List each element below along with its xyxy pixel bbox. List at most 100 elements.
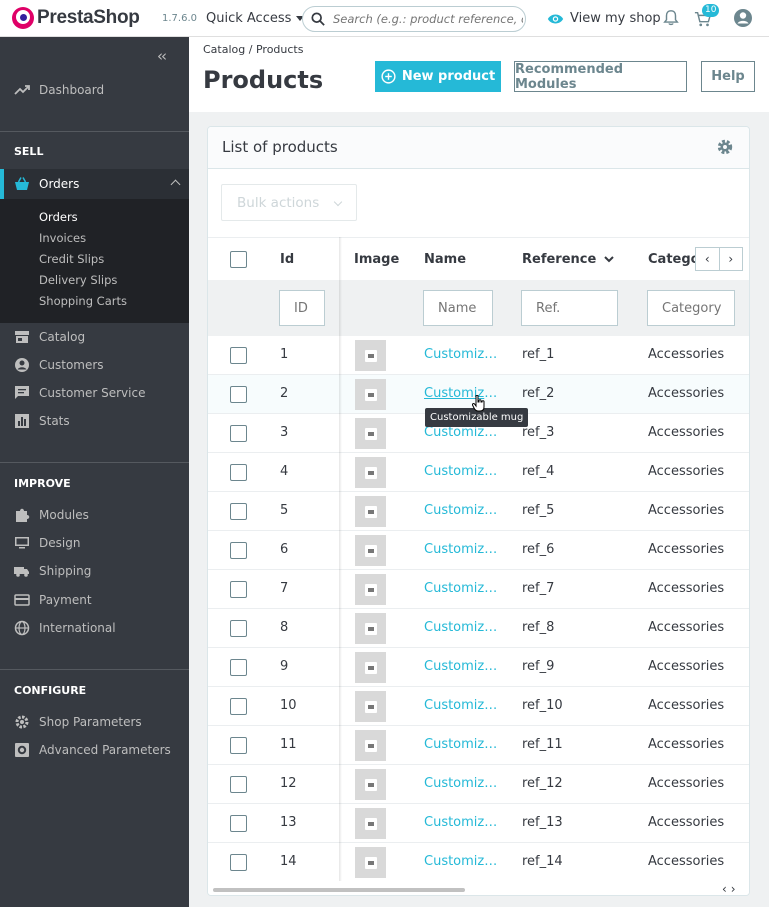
- table-row[interactable]: 1 Customizable mug ref_1 Accessories: [208, 336, 749, 375]
- select-all-checkbox[interactable]: [230, 251, 247, 268]
- row-checkbox[interactable]: [230, 737, 247, 754]
- scroll-right-icon[interactable]: ›: [718, 248, 743, 270]
- search-input[interactable]: [333, 12, 523, 26]
- submenu-item-invoices[interactable]: Invoices: [39, 231, 86, 245]
- breadcrumb-catalog[interactable]: Catalog: [203, 43, 245, 56]
- user-avatar-icon[interactable]: [733, 8, 753, 28]
- sidebar-item-design[interactable]: Design: [0, 529, 189, 557]
- submenu-item-orders[interactable]: Orders: [39, 210, 78, 224]
- submenu-item-delivery-slips[interactable]: Delivery Slips: [39, 273, 117, 287]
- table-row[interactable]: 5 Customizable mug ref_5 Accessories: [208, 492, 749, 531]
- table-row[interactable]: 14 Customizable mug ref_14 Accessories: [208, 843, 749, 882]
- quick-access-label: Quick Access: [206, 11, 292, 26]
- column-header-category[interactable]: Catego: [648, 252, 700, 267]
- sidebar-item-payment[interactable]: Payment: [0, 586, 189, 614]
- quick-access-dropdown[interactable]: Quick Access: [206, 11, 305, 26]
- desktop-icon: [15, 537, 29, 549]
- scrollbar-arrows[interactable]: ‹›: [722, 882, 740, 895]
- sidebar-item-customer-service[interactable]: Customer Service: [0, 379, 189, 407]
- sidebar-item-orders[interactable]: Orders: [0, 169, 189, 199]
- horizontal-scrollbar[interactable]: ‹›: [208, 881, 749, 895]
- product-id: 4: [280, 464, 289, 479]
- settings-applications-icon: [15, 743, 29, 757]
- help-button[interactable]: Help: [701, 61, 755, 92]
- table-row[interactable]: 9 Customizable mug ref_9 Accessories: [208, 648, 749, 687]
- scrollbar-thumb[interactable]: [213, 888, 465, 892]
- sidebar-item-international[interactable]: International: [0, 614, 189, 642]
- filter-name-input[interactable]: [423, 290, 493, 326]
- row-checkbox[interactable]: [230, 698, 247, 715]
- product-name-link[interactable]: Customizable mug: [424, 776, 500, 791]
- gear-icon[interactable]: [716, 138, 734, 156]
- row-checkbox[interactable]: [230, 659, 247, 676]
- product-id: 5: [280, 503, 289, 518]
- product-category: Accessories: [648, 503, 725, 518]
- column-header-id[interactable]: Id: [280, 252, 294, 267]
- prestashop-logo[interactable]: PrestaShop: [12, 7, 140, 29]
- row-checkbox[interactable]: [230, 776, 247, 793]
- collapse-sidebar-icon[interactable]: ‹‹: [157, 47, 167, 65]
- product-name-link[interactable]: Customizable mug: [424, 464, 500, 479]
- sidebar-item-advanced-parameters[interactable]: Advanced Parameters: [0, 736, 189, 764]
- product-name-link[interactable]: Customizable mug: [424, 698, 500, 713]
- row-checkbox[interactable]: [230, 620, 247, 637]
- table-row[interactable]: 6 Customizable mug ref_6 Accessories: [208, 531, 749, 570]
- scroll-left-icon[interactable]: ‹: [696, 248, 719, 270]
- row-checkbox[interactable]: [230, 347, 247, 364]
- table-row[interactable]: 8 Customizable mug ref_8 Accessories: [208, 609, 749, 648]
- product-name-link[interactable]: Customizable mug: [424, 542, 500, 557]
- bulk-actions-button[interactable]: Bulk actions: [221, 184, 357, 221]
- view-my-shop-link[interactable]: View my shop: [547, 11, 661, 26]
- row-checkbox[interactable]: [230, 503, 247, 520]
- table-row[interactable]: 13 Customizable mug ref_13 Accessories: [208, 804, 749, 843]
- submenu-item-credit-slips[interactable]: Credit Slips: [39, 252, 104, 266]
- product-name-link[interactable]: Customizable mug: [424, 815, 500, 830]
- new-product-button[interactable]: New product: [375, 61, 501, 92]
- sidebar-item-stats[interactable]: Stats: [0, 407, 189, 435]
- row-checkbox[interactable]: [230, 425, 247, 442]
- product-reference: ref_11: [522, 737, 563, 752]
- product-category: Accessories: [648, 698, 725, 713]
- row-checkbox[interactable]: [230, 542, 247, 559]
- recommended-modules-button[interactable]: Recommended Modules: [514, 61, 687, 92]
- column-header-reference[interactable]: Reference: [522, 252, 615, 267]
- product-id: 14: [280, 854, 297, 869]
- table-row[interactable]: 11 Customizable mug ref_11 Accessories: [208, 726, 749, 765]
- product-name-link[interactable]: Customizable mug: [424, 620, 500, 635]
- product-name-link[interactable]: Customizable mug: [424, 347, 500, 362]
- table-row[interactable]: 12 Customizable mug ref_12 Accessories: [208, 765, 749, 804]
- row-checkbox[interactable]: [230, 854, 247, 871]
- product-category: Accessories: [648, 581, 725, 596]
- submenu-item-shopping-carts[interactable]: Shopping Carts: [39, 294, 127, 308]
- bell-icon[interactable]: [662, 9, 680, 27]
- sidebar-item-catalog[interactable]: Catalog: [0, 323, 189, 351]
- column-header-name[interactable]: Name: [424, 252, 466, 267]
- product-name-link[interactable]: Customizable mug: [424, 425, 500, 440]
- table-row[interactable]: 7 Customizable mug ref_7 Accessories: [208, 570, 749, 609]
- filter-id-input[interactable]: [279, 290, 325, 326]
- sidebar-item-dashboard[interactable]: Dashboard: [0, 76, 189, 104]
- mug-image-icon: [364, 427, 377, 440]
- product-list-card: List of products Bulk actions Id Image N…: [207, 126, 750, 896]
- product-name-link[interactable]: Customizable mug: [424, 581, 500, 596]
- product-name-link[interactable]: Customizable mug: [424, 386, 500, 401]
- sidebar-item-shipping[interactable]: Shipping: [0, 557, 189, 585]
- search-bar[interactable]: [302, 6, 526, 32]
- sidebar-item-modules[interactable]: Modules: [0, 501, 189, 529]
- product-name-link[interactable]: Customizable mug: [424, 737, 500, 752]
- product-thumbnail: [355, 847, 386, 878]
- row-checkbox[interactable]: [230, 815, 247, 832]
- row-checkbox[interactable]: [230, 581, 247, 598]
- filter-reference-input[interactable]: [521, 290, 618, 326]
- product-name-link[interactable]: Customizable mug: [424, 659, 500, 674]
- product-name-link[interactable]: Customizable mug: [424, 854, 500, 869]
- row-checkbox[interactable]: [230, 464, 247, 481]
- filter-category-input[interactable]: [647, 290, 735, 326]
- product-name-link[interactable]: Customizable mug: [424, 503, 500, 518]
- table-row[interactable]: 10 Customizable mug ref_10 Accessories: [208, 687, 749, 726]
- sidebar-item-shop-parameters[interactable]: Shop Parameters: [0, 708, 189, 736]
- sidebar-item-customers[interactable]: Customers: [0, 351, 189, 379]
- table-row[interactable]: 4 Customizable mug ref_4 Accessories: [208, 453, 749, 492]
- row-checkbox[interactable]: [230, 386, 247, 403]
- product-category: Accessories: [648, 542, 725, 557]
